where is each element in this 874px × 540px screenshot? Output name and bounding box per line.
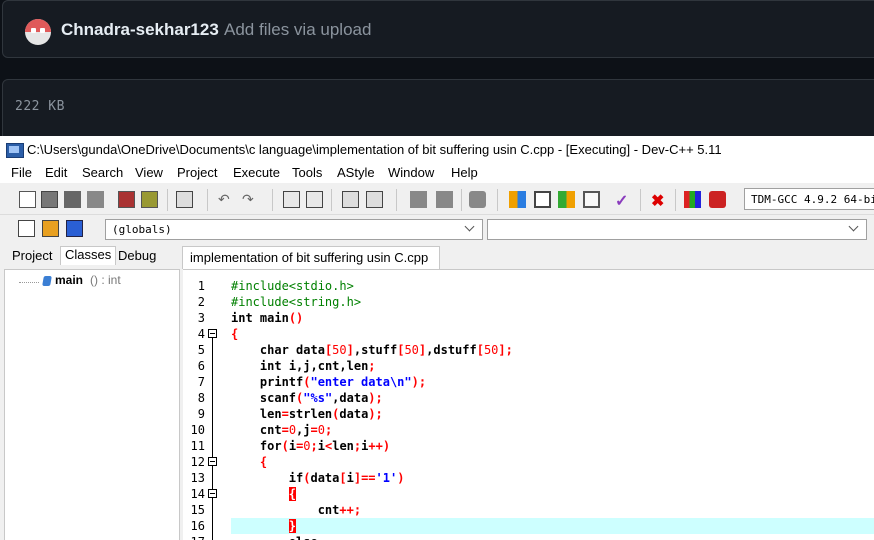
menu-search[interactable]: Search: [82, 165, 123, 180]
indent-icon[interactable]: [410, 191, 427, 208]
menu-astyle[interactable]: AStyle: [337, 165, 375, 180]
fold-toggle-icon[interactable]: [208, 457, 217, 466]
save-icon[interactable]: [64, 191, 81, 208]
close-file-icon[interactable]: [118, 191, 135, 208]
undo-icon[interactable]: ↶: [218, 191, 235, 208]
compile-run-icon[interactable]: [558, 191, 575, 208]
menu-view[interactable]: View: [135, 165, 163, 180]
menu-bar: [0, 162, 874, 183]
tab-debug[interactable]: Debug: [118, 248, 156, 263]
new-class-icon[interactable]: [18, 220, 35, 237]
code-line: 9 len=strlen(data);: [197, 407, 383, 421]
code-line: 2 #include<string.h>: [197, 295, 362, 309]
tree-connector: [19, 282, 39, 283]
menu-help[interactable]: Help: [451, 165, 478, 180]
code-editor[interactable]: 1 #include<stdio.h> 2 #include<string.h>…: [183, 269, 874, 540]
members-select[interactable]: [487, 219, 867, 240]
menu-edit[interactable]: Edit: [45, 165, 67, 180]
tab-classes[interactable]: Classes: [60, 246, 117, 265]
code-line: 7 printf("enter data\n");: [197, 375, 427, 389]
function-icon: [42, 276, 52, 286]
code-line: 4 {: [197, 327, 239, 341]
devcpp-screenshot: C:\Users\gunda\OneDrive\Documents\c lang…: [0, 136, 874, 540]
stop-execution-icon[interactable]: ✖: [651, 191, 668, 210]
class-browser: main () : int: [4, 269, 180, 540]
open-file-icon[interactable]: [41, 191, 58, 208]
save-all-icon[interactable]: [87, 191, 104, 208]
file-size: 222 KB: [15, 99, 65, 114]
profile-icon[interactable]: [684, 191, 701, 208]
menu-project[interactable]: Project: [177, 165, 217, 180]
menu-tools[interactable]: Tools: [292, 165, 322, 180]
commit-author-link[interactable]: Chnadra-sekhar123: [61, 20, 219, 40]
print-icon[interactable]: [176, 191, 193, 208]
scope-value: (globals): [112, 223, 172, 236]
fold-toggle-icon[interactable]: [208, 329, 217, 338]
menu-window[interactable]: Window: [388, 165, 434, 180]
code-line-current: 16 }: [190, 519, 297, 533]
run-icon[interactable]: [534, 191, 551, 208]
menu-execute[interactable]: Execute: [233, 165, 280, 180]
avatar[interactable]: [25, 19, 51, 45]
code-line: 11 for(i=0;i<len;i++): [190, 439, 391, 453]
compile-icon[interactable]: [509, 191, 526, 208]
rebuild-all-icon[interactable]: [583, 191, 600, 208]
commit-header: Chnadra-sekhar123 Add files via upload: [2, 0, 874, 58]
editor-tab[interactable]: implementation of bit suffering usin C.c…: [182, 246, 440, 269]
code-line: 8 scanf("%s",data);: [197, 391, 383, 405]
redo-icon[interactable]: ↷: [242, 191, 259, 208]
code-line: 6 int i,j,cnt,len;: [197, 359, 376, 373]
chevron-down-icon: [848, 222, 860, 234]
fold-toggle-icon[interactable]: [208, 489, 217, 498]
scope-select[interactable]: (globals): [105, 219, 483, 240]
insert-icon[interactable]: [42, 220, 59, 237]
unindent-icon[interactable]: [436, 191, 453, 208]
bookmark-icon[interactable]: [366, 191, 383, 208]
code-line: 10 cnt=0,j=0;: [190, 423, 333, 437]
compiler-select[interactable]: TDM-GCC 4.9.2 64-bit Release: [744, 188, 874, 210]
commit-message[interactable]: Add files via upload: [224, 20, 371, 40]
toggle-icon[interactable]: [66, 220, 83, 237]
chevron-down-icon: [464, 222, 476, 234]
code-line: 12 {: [190, 455, 268, 469]
code-line: 5 char data[50],stuff[50],dstuff[50];: [197, 343, 513, 357]
replace-icon[interactable]: [306, 191, 323, 208]
tree-item-main[interactable]: main: [55, 273, 83, 287]
file-info-bar: 222 KB: [2, 79, 874, 139]
code-line: 15 cnt++;: [190, 503, 362, 517]
window-title: C:\Users\gunda\OneDrive\Documents\c lang…: [27, 142, 722, 157]
code-line: 13 if(data[i]=='1'): [190, 471, 405, 485]
find-icon[interactable]: [283, 191, 300, 208]
syntax-check-icon[interactable]: ✓: [615, 191, 632, 210]
code-line: 14 {: [190, 487, 297, 501]
tab-project[interactable]: Project: [12, 248, 52, 263]
code-line: 3 int main(): [197, 311, 304, 325]
close-all-icon[interactable]: [141, 191, 158, 208]
menu-file[interactable]: File: [11, 165, 32, 180]
code-line: 17 else: [183, 534, 874, 540]
toggle-comment-icon[interactable]: [469, 191, 486, 208]
devcpp-app-icon: [6, 143, 24, 158]
code-line: 1 #include<stdio.h>: [197, 279, 354, 293]
title-bar: C:\Users\gunda\OneDrive\Documents\c lang…: [0, 136, 874, 162]
delete-profile-icon[interactable]: [709, 191, 726, 208]
tree-item-type: () : int: [90, 273, 121, 287]
goto-line-icon[interactable]: [342, 191, 359, 208]
new-file-icon[interactable]: [19, 191, 36, 208]
